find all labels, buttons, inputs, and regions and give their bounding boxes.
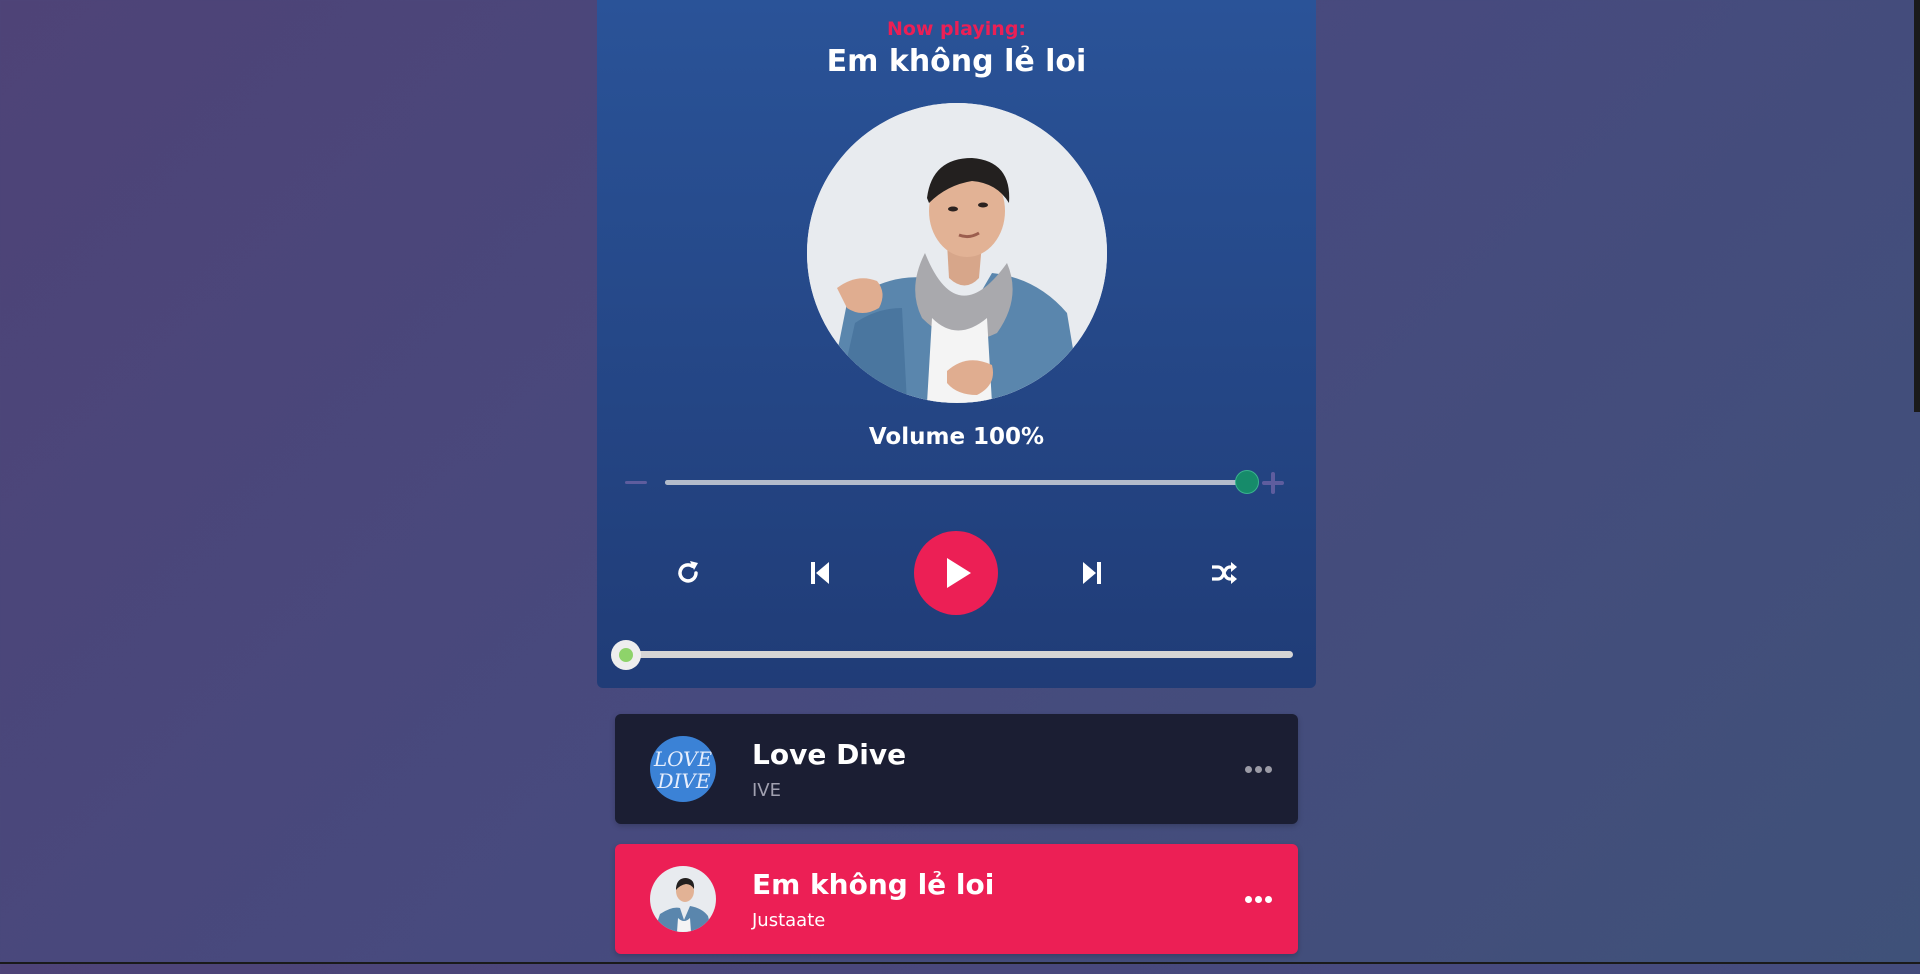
song-artist: IVE <box>752 780 781 801</box>
play-button[interactable] <box>914 531 998 615</box>
dot-icon <box>1244 895 1252 903</box>
volume-down-button[interactable] <box>624 469 648 495</box>
song-thumb: LOVE DIVE <box>650 736 716 802</box>
more-options-button[interactable] <box>1238 752 1278 786</box>
random-button[interactable] <box>1204 553 1244 593</box>
song-title: Em không lẻ loi <box>752 868 995 901</box>
player-panel: Now playing: Em không lẻ loi Volume 100% <box>597 0 1316 688</box>
dot-icon <box>1264 895 1272 903</box>
cd-artwork <box>807 103 1107 403</box>
more-options-button[interactable] <box>1238 882 1278 916</box>
song-progress-bar[interactable] <box>611 640 1293 670</box>
dot-icon <box>1264 765 1272 773</box>
skip-back-icon <box>811 562 829 584</box>
volume-thumb[interactable] <box>1235 470 1259 494</box>
progress-thumb[interactable] <box>611 640 641 670</box>
song-title: Love Dive <box>752 738 907 771</box>
svg-text:LOVE: LOVE <box>653 747 713 771</box>
playlist: LOVE DIVE Love Dive IVE Em không lẻ loi … <box>615 714 1298 974</box>
now-playing-label: Now playing: <box>886 18 1027 40</box>
repeat-button[interactable] <box>668 553 708 593</box>
minus-icon <box>625 480 647 484</box>
playlist-song-active[interactable]: Em không lẻ loi Justaate <box>615 844 1298 954</box>
progress-thumb-dot <box>619 648 633 662</box>
volume-up-button[interactable] <box>1260 470 1286 496</box>
dot-icon <box>1244 765 1252 773</box>
dot-icon <box>1254 765 1262 773</box>
repeat-icon <box>678 561 698 583</box>
page-scrollbar[interactable] <box>1914 0 1920 964</box>
song-thumb <box>650 866 716 932</box>
current-song-title: Em không lẻ loi <box>826 44 1087 79</box>
shuffle-icon <box>1212 562 1237 584</box>
artist-thumb <box>650 866 716 932</box>
skip-forward-icon <box>1083 562 1101 584</box>
previous-button[interactable] <box>801 553 841 593</box>
svg-text:DIVE: DIVE <box>657 769 711 793</box>
next-button[interactable] <box>1071 553 1111 593</box>
volume-fill <box>665 480 1247 485</box>
page-scrollbar-thumb[interactable] <box>1914 0 1920 412</box>
volume-label: Volume 100% <box>868 424 1045 450</box>
dot-icon <box>1254 895 1262 903</box>
love-dive-cover: LOVE DIVE <box>650 736 716 802</box>
play-icon <box>947 558 971 588</box>
artist-photo <box>807 103 1107 403</box>
playlist-song[interactable]: LOVE DIVE Love Dive IVE <box>615 714 1298 824</box>
volume-slider[interactable] <box>665 470 1259 494</box>
song-artist: Justaate <box>752 910 826 931</box>
